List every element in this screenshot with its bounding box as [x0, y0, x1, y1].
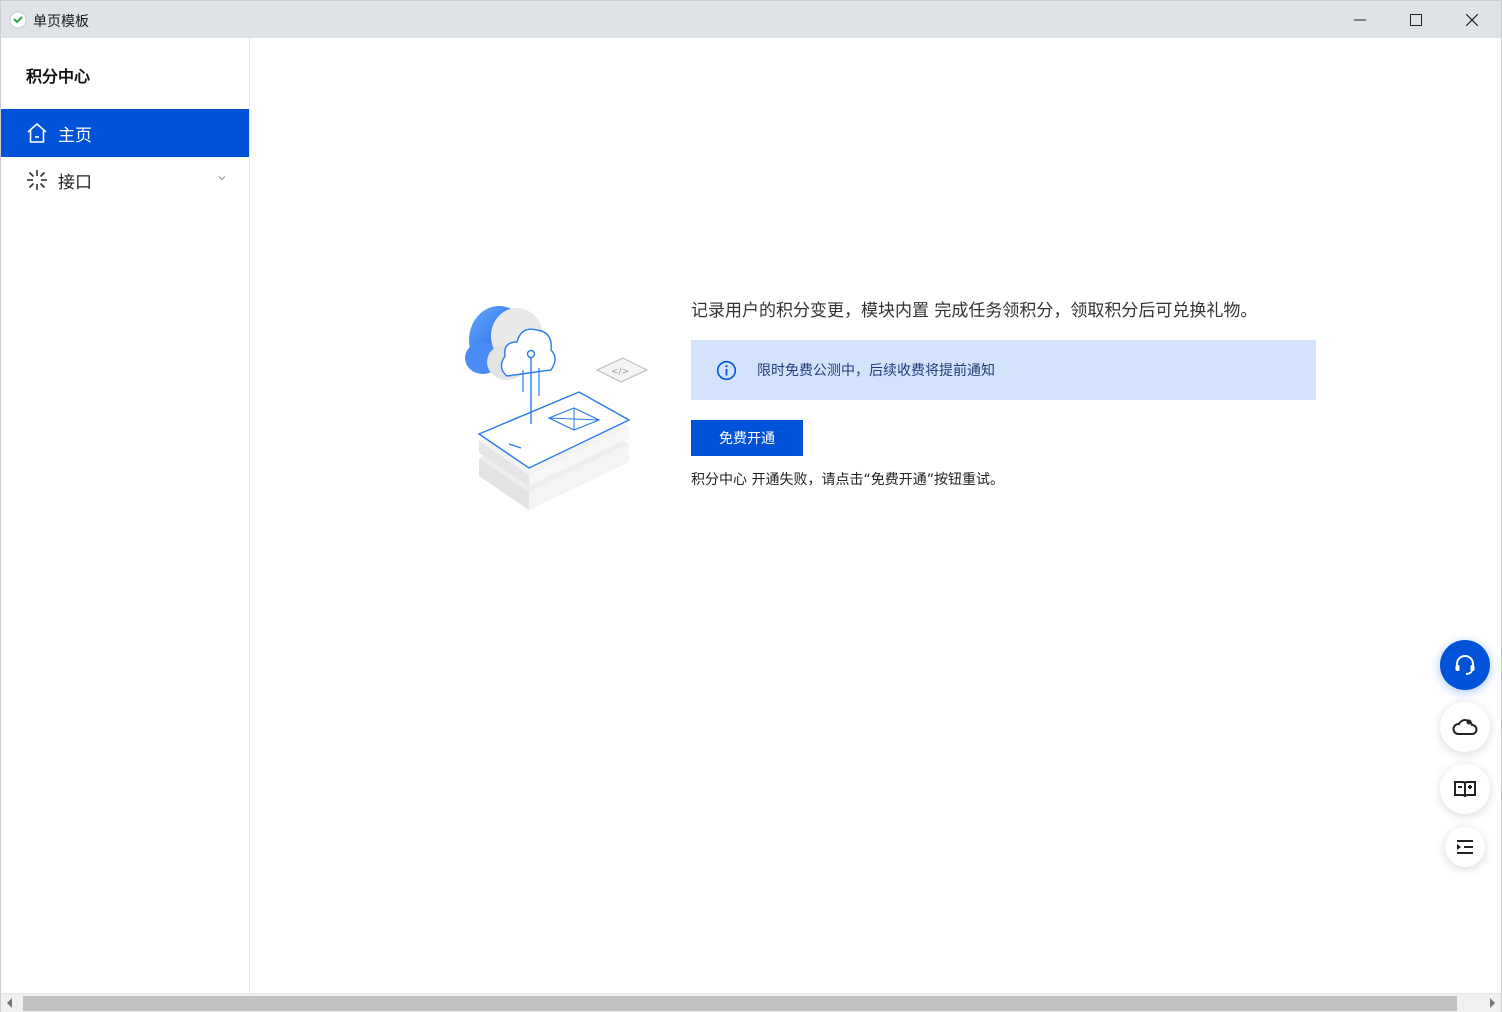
maximize-button[interactable]: [1387, 1, 1445, 38]
sidebar-title: 积分中心: [26, 67, 91, 86]
scrollbar-thumb[interactable]: [23, 996, 1457, 1011]
free-activate-button[interactable]: 免费开通: [691, 420, 803, 456]
minimize-icon: [1354, 19, 1366, 20]
sidebar-item-api[interactable]: 接口: [1, 156, 249, 204]
sidebar-item-label: 接口: [58, 172, 92, 193]
cloud-service-illustration: </>: [465, 306, 649, 510]
home-icon: [25, 121, 49, 145]
app-window: 单页模板 积分中心 主页 接口 </> 记录用户的积分变更，模块内置 完成任务领…: [0, 0, 1502, 1012]
info-icon: [716, 360, 737, 381]
headset-icon: [1455, 655, 1475, 675]
close-icon: [1466, 13, 1478, 26]
notice-text: 限时免费公测中，后续收费将提前通知: [757, 363, 995, 379]
collapse-icon: [1457, 840, 1473, 854]
main-content: </> 记录用户的积分变更，模块内置 完成任务领积分，领取积分后可兑换礼物。 限…: [251, 38, 1501, 993]
minimize-button[interactable]: [1331, 1, 1389, 38]
cloud-icon: [1452, 719, 1478, 735]
book-icon: [1454, 781, 1476, 798]
cloud-service-button[interactable]: [1440, 702, 1490, 752]
window-title: 单页模板: [33, 14, 89, 30]
sidebar-item-label: 主页: [58, 125, 92, 146]
horizontal-scrollbar[interactable]: [1, 993, 1501, 1012]
chevron-down-icon: [218, 176, 226, 181]
activation-error-text: 积分中心 开通失败，请点击“免费开通”按钮重试。: [691, 472, 1004, 488]
api-icon: [25, 168, 49, 192]
documentation-button[interactable]: [1440, 764, 1490, 814]
scroll-left-icon[interactable]: [5, 997, 15, 1009]
close-button[interactable]: [1443, 1, 1501, 38]
collapse-panel-button[interactable]: [1445, 827, 1485, 867]
module-description: 记录用户的积分变更，模块内置 完成任务领积分，领取积分后可兑换礼物。: [691, 301, 1258, 321]
sidebar: 积分中心 主页 接口: [1, 38, 250, 993]
app-logo-icon: [9, 11, 27, 29]
maximize-icon: [1410, 13, 1422, 26]
title-bar: 单页模板: [1, 1, 1501, 38]
scroll-right-icon[interactable]: [1487, 997, 1497, 1009]
support-button[interactable]: [1440, 640, 1490, 690]
info-notice: 限时免费公测中，后续收费将提前通知: [691, 340, 1316, 400]
sidebar-item-home[interactable]: 主页: [1, 109, 249, 157]
svg-text:</>: </>: [611, 367, 629, 377]
